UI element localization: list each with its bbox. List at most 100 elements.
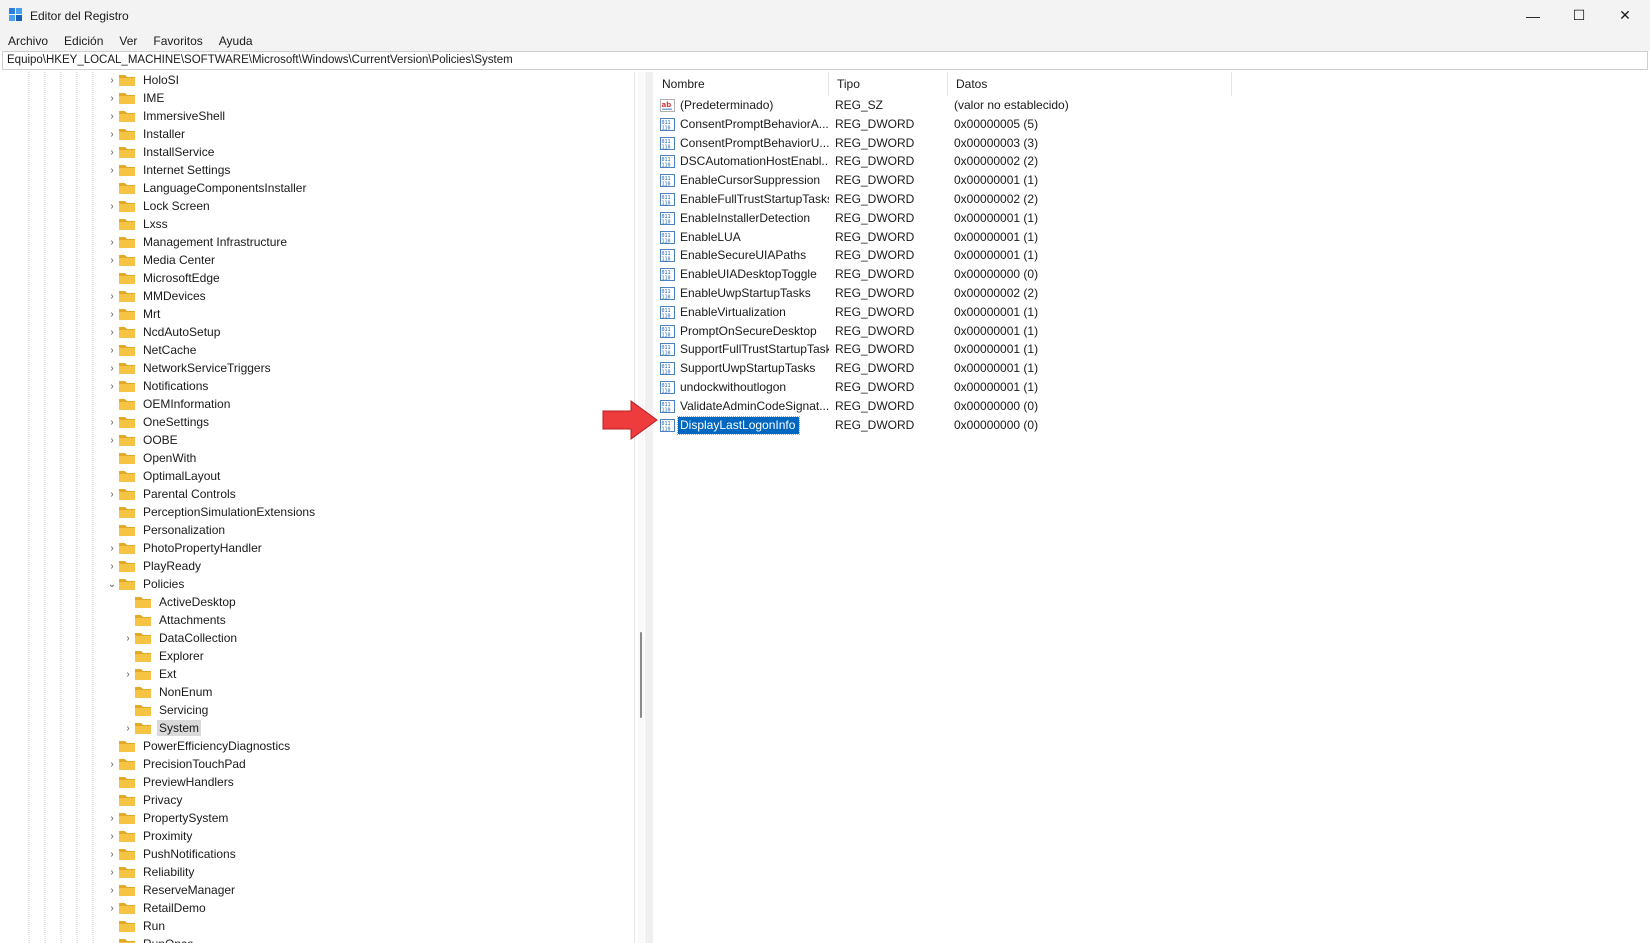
chevron-right-icon[interactable]: ›	[106, 359, 118, 377]
chevron-right-icon[interactable]: ›	[106, 827, 118, 845]
tree-item[interactable]: › OneSettings	[106, 413, 211, 431]
chevron-right-icon[interactable]: ›	[122, 629, 134, 647]
chevron-right-icon[interactable]: ›	[106, 72, 118, 89]
value-row[interactable]: 011 110 SupportUwpStartupTasks REG_DWORD 0x0…	[654, 359, 1254, 378]
tree-item[interactable]: RunOnce	[106, 935, 196, 943]
tree-item[interactable]: Explorer	[122, 647, 206, 665]
chevron-right-icon[interactable]: ›	[106, 539, 118, 557]
tree-item[interactable]: › Installer	[106, 125, 187, 143]
tree-item[interactable]: › Lock Screen	[106, 197, 212, 215]
chevron-right-icon[interactable]: ›	[106, 233, 118, 251]
tree-item[interactable]: Personalization	[106, 521, 227, 539]
tree-item[interactable]: › DataCollection	[122, 629, 239, 647]
chevron-right-icon[interactable]: ›	[106, 377, 118, 395]
value-row[interactable]: 011 110 EnableFullTrustStartupTasks REG_DWO…	[654, 190, 1254, 209]
column-header-data[interactable]: Datos	[948, 72, 1232, 96]
value-row[interactable]: 011 110 EnableUIADesktopToggle REG_DWORD 0x0…	[654, 265, 1254, 284]
tree-item[interactable]: › NetCache	[106, 341, 198, 359]
chevron-right-icon[interactable]: ›	[106, 125, 118, 143]
tree-item[interactable]: › Mrt	[106, 305, 162, 323]
chevron-right-icon[interactable]: ›	[106, 143, 118, 161]
tree-item[interactable]: › Notifications	[106, 377, 210, 395]
tree-item[interactable]: › PhotoPropertyHandler	[106, 539, 264, 557]
tree-item[interactable]: › PlayReady	[106, 557, 203, 575]
chevron-right-icon[interactable]: ›	[106, 863, 118, 881]
chevron-right-icon[interactable]: ›	[106, 341, 118, 359]
value-row[interactable]: ab (Predeterminado) REG_SZ (valor no establ…	[654, 96, 1254, 115]
chevron-right-icon[interactable]: ›	[106, 755, 118, 773]
tree-item[interactable]: › IME	[106, 89, 166, 107]
menu-ver[interactable]: Ver	[111, 31, 145, 51]
tree-item[interactable]: › NcdAutoSetup	[106, 323, 222, 341]
value-row[interactable]: 011 110 EnableVirtualization REG_DWORD 0x000…	[654, 303, 1254, 322]
chevron-right-icon[interactable]: ›	[122, 719, 134, 737]
tree-item[interactable]: › Internet Settings	[106, 161, 232, 179]
tree-scrollbar[interactable]	[638, 72, 644, 943]
tree-item[interactable]: MicrosoftEdge	[106, 269, 222, 287]
tree-item[interactable]: › Media Center	[106, 251, 217, 269]
tree-item[interactable]: › Management Infrastructure	[106, 233, 289, 251]
menu-favoritos[interactable]: Favoritos	[145, 31, 210, 51]
value-row[interactable]: 011 110 EnableSecureUIAPaths REG_DWORD 0x000…	[654, 246, 1254, 265]
tree-item[interactable]: OptimalLayout	[106, 467, 222, 485]
tree-item[interactable]: Privacy	[106, 791, 184, 809]
value-row[interactable]: 011 110 ValidateAdminCodeSignat... REG_DWOR…	[654, 397, 1254, 416]
tree-item[interactable]: › PrecisionTouchPad	[106, 755, 248, 773]
tree-item[interactable]: OpenWith	[106, 449, 198, 467]
chevron-right-icon[interactable]: ›	[106, 251, 118, 269]
tree-item[interactable]: LanguageComponentsInstaller	[106, 179, 308, 197]
tree-item[interactable]: ActiveDesktop	[122, 593, 238, 611]
chevron-right-icon[interactable]: ›	[106, 161, 118, 179]
value-row[interactable]: 011 110 undockwithoutlogon REG_DWORD 0x00000…	[654, 378, 1254, 397]
chevron-right-icon[interactable]: ›	[106, 431, 118, 449]
tree-item[interactable]: › Parental Controls	[106, 485, 238, 503]
tree-item[interactable]: › RetailDemo	[106, 899, 208, 917]
chevron-right-icon[interactable]: ›	[106, 323, 118, 341]
chevron-right-icon[interactable]: ›	[106, 107, 118, 125]
chevron-right-icon[interactable]: ›	[122, 665, 134, 683]
tree-item[interactable]: Servicing	[122, 701, 210, 719]
tree-item[interactable]: › OOBE	[106, 431, 180, 449]
value-row[interactable]: 011 110 DSCAutomationHostEnabl... REG_DWORD…	[654, 152, 1254, 171]
tree-scrollbar-thumb[interactable]	[640, 632, 642, 718]
tree-item[interactable]: › ImmersiveShell	[106, 107, 227, 125]
pane-splitter[interactable]	[645, 72, 653, 943]
address-bar[interactable]: Equipo\HKEY_LOCAL_MACHINE\SOFTWARE\Micro…	[2, 51, 1648, 70]
tree-item[interactable]: › Reliability	[106, 863, 196, 881]
chevron-right-icon[interactable]: ›	[106, 197, 118, 215]
key-tree[interactable]: › HoloSI › IME › ImmersiveShell › Installer › Ins…	[1, 72, 635, 943]
tree-item[interactable]: › InstallService	[106, 143, 216, 161]
tree-item[interactable]: PreviewHandlers	[106, 773, 236, 791]
column-header-type[interactable]: Tipo	[829, 72, 948, 96]
chevron-right-icon[interactable]: ›	[106, 305, 118, 323]
chevron-right-icon[interactable]: ›	[106, 845, 118, 863]
value-row[interactable]: 011 110 ConsentPromptBehaviorU... REG_DWORD…	[654, 134, 1254, 153]
chevron-right-icon[interactable]: ›	[106, 413, 118, 431]
value-row[interactable]: 011 110 ConsentPromptBehaviorA... REG_DWORD…	[654, 115, 1254, 134]
maximize-button[interactable]: ☐	[1556, 0, 1602, 31]
tree-item[interactable]: › PushNotifications	[106, 845, 238, 863]
tree-item[interactable]: › Proximity	[106, 827, 194, 845]
values-list[interactable]: Nombre Tipo Datos ab (Predeterminado) REG_…	[654, 72, 1649, 943]
tree-item[interactable]: › Ext	[122, 665, 178, 683]
menu-ayuda[interactable]: Ayuda	[211, 31, 261, 51]
chevron-right-icon[interactable]: ›	[106, 881, 118, 899]
value-row[interactable]: 011 110 EnableInstallerDetection REG_DWORD 0…	[654, 209, 1254, 228]
minimize-button[interactable]: —	[1510, 0, 1556, 31]
tree-item[interactable]: ⌄ Policies	[106, 575, 186, 593]
tree-item[interactable]: PerceptionSimulationExtensions	[106, 503, 317, 521]
tree-item[interactable]: Attachments	[122, 611, 228, 629]
tree-item[interactable]: › ReserveManager	[106, 881, 237, 899]
value-row[interactable]: 011 110 DisplayLastLogonInfo REG_DWORD 0x000…	[654, 415, 1254, 435]
tree-item[interactable]: Run	[106, 917, 167, 935]
tree-item[interactable]: › NetworkServiceTriggers	[106, 359, 273, 377]
chevron-right-icon[interactable]: ›	[106, 287, 118, 305]
tree-item[interactable]: › MMDevices	[106, 287, 208, 305]
chevron-right-icon[interactable]: ›	[106, 89, 118, 107]
chevron-right-icon[interactable]: ›	[106, 557, 118, 575]
tree-item[interactable]: › PropertySystem	[106, 809, 230, 827]
value-row[interactable]: 011 110 PromptOnSecureDesktop REG_DWORD 0x00…	[654, 322, 1254, 341]
value-row[interactable]: 011 110 EnableLUA REG_DWORD 0x00000001 (1)	[654, 228, 1254, 247]
column-header-name[interactable]: Nombre	[654, 72, 829, 96]
menu-archivo[interactable]: Archivo	[0, 31, 56, 51]
